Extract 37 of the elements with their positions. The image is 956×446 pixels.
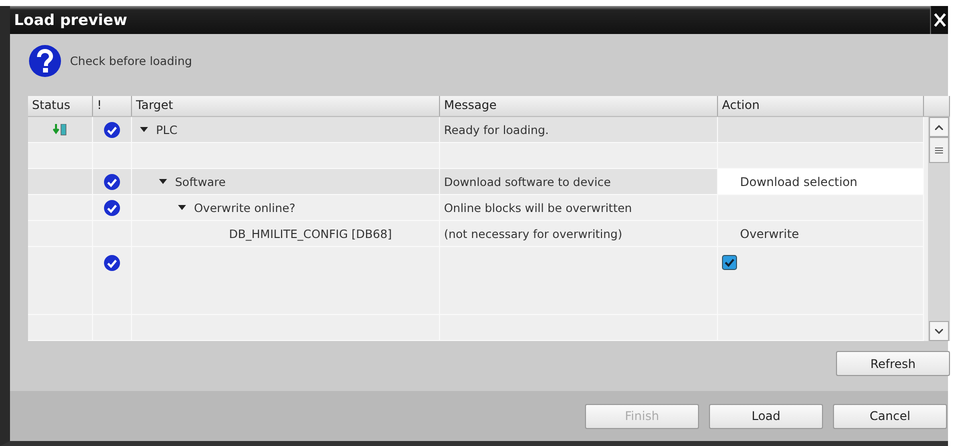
- checkbox[interactable]: [722, 255, 737, 270]
- target-text: Overwrite online?: [194, 200, 296, 214]
- close-button[interactable]: [930, 6, 948, 34]
- target-text: DB_HMILITE_CONFIG [DB68]: [229, 226, 392, 240]
- column-header[interactable]: Message: [440, 96, 718, 116]
- scrollbar[interactable]: [928, 117, 950, 341]
- column-header[interactable]: !: [93, 96, 132, 116]
- caret-down-icon[interactable]: [935, 328, 943, 334]
- question-icon: [28, 44, 62, 78]
- message-text: Download software to device: [443, 174, 611, 188]
- message-text: Ready for loading.: [443, 122, 549, 136]
- target-text: PLC: [156, 122, 178, 136]
- window-title: Load preview: [14, 11, 128, 29]
- scroll-down-button[interactable]: [929, 321, 949, 341]
- dialog-button[interactable]: Load: [709, 404, 823, 428]
- expand-arrow-icon[interactable]: [140, 126, 148, 132]
- scroll-up-button[interactable]: [929, 117, 949, 137]
- close-icon[interactable]: [934, 13, 946, 27]
- column-header[interactable]: Action: [718, 96, 924, 116]
- dialog-button[interactable]: Cancel: [833, 404, 947, 428]
- scroll-thumb[interactable]: [929, 137, 949, 163]
- message-text: (not necessary for overwriting): [443, 226, 622, 240]
- table-row[interactable]: Overwrite online? Online blocks will be overwritten: [28, 195, 924, 221]
- table-row[interactable]: PLC Ready for loading.: [28, 117, 924, 143]
- column-header[interactable]: Target: [132, 96, 440, 116]
- table-row[interactable]: DB_HMILITE_CONFIG [DB68] (not necessary for overwriting) Overwrite: [28, 221, 924, 247]
- expand-arrow-icon[interactable]: [178, 204, 186, 210]
- header-text: Check before loading: [70, 54, 192, 68]
- caret-up-icon[interactable]: [935, 124, 943, 130]
- column-header[interactable]: Status: [28, 96, 93, 116]
- grip-icon[interactable]: [935, 146, 943, 154]
- expand-arrow-icon[interactable]: [159, 178, 167, 184]
- refresh-button[interactable]: Refresh: [836, 351, 950, 376]
- message-text: Online blocks will be overwritten: [443, 200, 632, 214]
- action-text[interactable]: Overwrite: [740, 226, 800, 240]
- table-row[interactable]: Software Download software to device Download selection: [28, 169, 924, 195]
- target-text: Software: [175, 174, 226, 188]
